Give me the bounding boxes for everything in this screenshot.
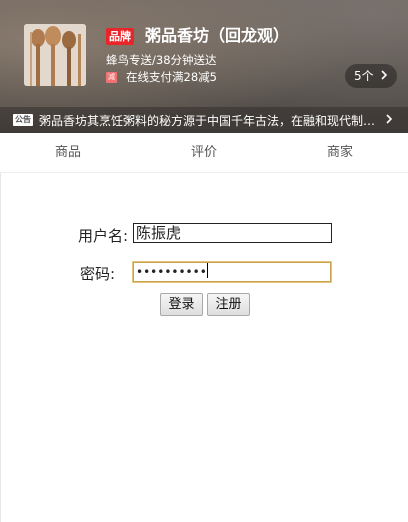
login-button[interactable]: 登录 — [160, 293, 203, 316]
password-mask: •••••••••• — [136, 265, 207, 279]
password-input[interactable]: •••••••••• — [133, 262, 331, 282]
tab-seller[interactable]: 商家 — [272, 133, 408, 172]
promo-text: 在线支付满28减5 — [126, 70, 217, 84]
username-input[interactable]: 陈振虎 — [133, 223, 332, 243]
promo-row: 减 在线支付满28减5 — [106, 70, 217, 85]
chevron-right-icon — [380, 64, 388, 88]
notice-bar[interactable]: 公告 粥品香坊其烹饪粥料的秘方源于中国千年古法，在融和现代制作工艺... — [0, 107, 408, 133]
tab-goods[interactable]: 商品 — [0, 133, 136, 172]
wooden-spoons-image — [24, 24, 86, 86]
notice-badge: 公告 — [13, 114, 33, 126]
chevron-right-icon — [385, 113, 393, 128]
text-caret — [206, 263, 208, 278]
shop-name: 粥品香坊（回龙观） — [145, 26, 290, 45]
promo-count-label: 5个 — [354, 69, 374, 83]
tab-bar: 商品 评价 商家 — [0, 133, 408, 173]
content-divider — [0, 173, 1, 522]
password-label: 密码: — [80, 265, 116, 283]
brand-badge: 品牌 — [106, 28, 134, 45]
delivery-info: 蜂鸟专送/38分钟送达 — [106, 53, 217, 67]
discount-icon: 减 — [106, 72, 117, 83]
tab-ratings[interactable]: 评价 — [136, 133, 272, 172]
username-label: 用户名: — [78, 227, 129, 245]
shop-header: 品牌 粥品香坊（回龙观） 蜂鸟专送/38分钟送达 减 在线支付满28减5 5个 … — [0, 0, 408, 133]
notice-text: 粥品香坊其烹饪粥料的秘方源于中国千年古法，在融和现代制作工艺... — [39, 113, 379, 128]
register-button[interactable]: 注册 — [207, 293, 250, 316]
promo-count-button[interactable]: 5个 — [345, 64, 397, 88]
shop-avatar — [24, 24, 86, 86]
